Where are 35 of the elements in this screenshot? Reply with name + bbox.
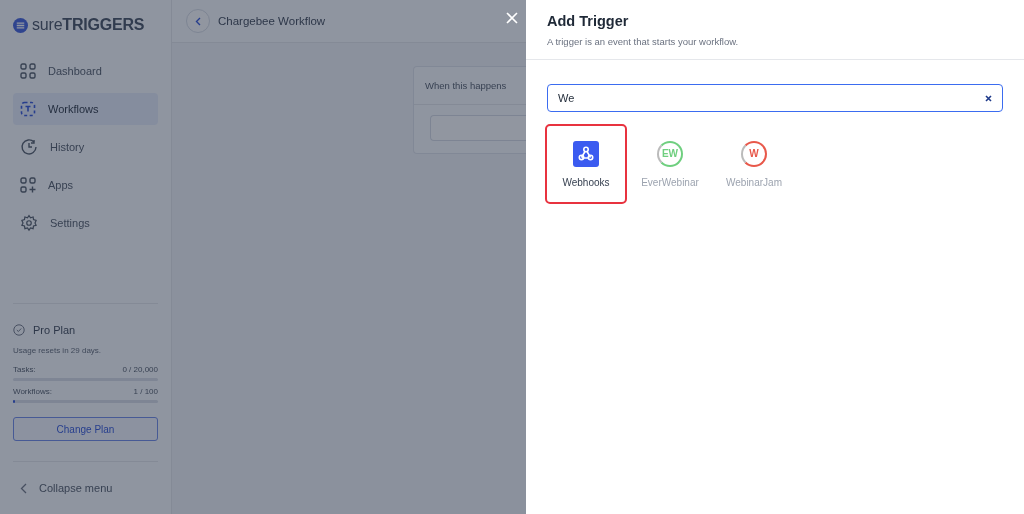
settings-icon [20, 214, 38, 232]
drawer-title: Add Trigger [547, 13, 630, 29]
sidebar-item[interactable]: Apps [13, 169, 158, 201]
app-tile[interactable]: EW EverWebinar [629, 124, 711, 204]
meter-reading: 1 / 100 [133, 387, 158, 396]
collapse-menu-link[interactable]: Collapse menu [39, 482, 113, 494]
back-button[interactable] [186, 9, 210, 33]
sidebar-item[interactable]: Workflows [13, 93, 158, 125]
search-field[interactable]: We [547, 84, 1003, 112]
check-circle-icon [13, 324, 25, 336]
meter-label: Workflows: [13, 387, 52, 396]
meter-label: Tasks: [13, 365, 36, 374]
app-logo: W [741, 140, 767, 167]
sidebar-item[interactable]: Settings [13, 207, 158, 239]
meter-reading: 0 / 20,000 [122, 365, 158, 374]
chevron-left-icon [195, 16, 201, 26]
chevron-left-icon[interactable] [20, 482, 27, 494]
workflow-title: Chargebee Workflow [218, 15, 326, 27]
sidebar-item[interactable]: History [13, 131, 158, 163]
app-tile[interactable]: Webhooks [545, 124, 627, 204]
drawer-subtitle: A trigger is an event that starts your workflow. [547, 36, 740, 47]
plan-name: Pro Plan [33, 324, 76, 336]
apps-icon [20, 177, 36, 193]
history-icon [20, 138, 38, 156]
clear-icon[interactable] [985, 94, 992, 102]
app-logo: EW [657, 140, 683, 167]
grid-icon [20, 63, 36, 79]
app-tile[interactable]: W WebinarJam [713, 124, 795, 204]
logo-icon [13, 17, 28, 33]
workflow-icon [20, 101, 36, 117]
change-plan-button[interactable]: Change Plan [13, 417, 158, 441]
sidebar-item[interactable]: Dashboard [13, 55, 158, 87]
close-icon[interactable] [506, 12, 518, 24]
webhook-icon [573, 140, 599, 167]
brand-name: sureTRIGGERS [32, 16, 145, 34]
